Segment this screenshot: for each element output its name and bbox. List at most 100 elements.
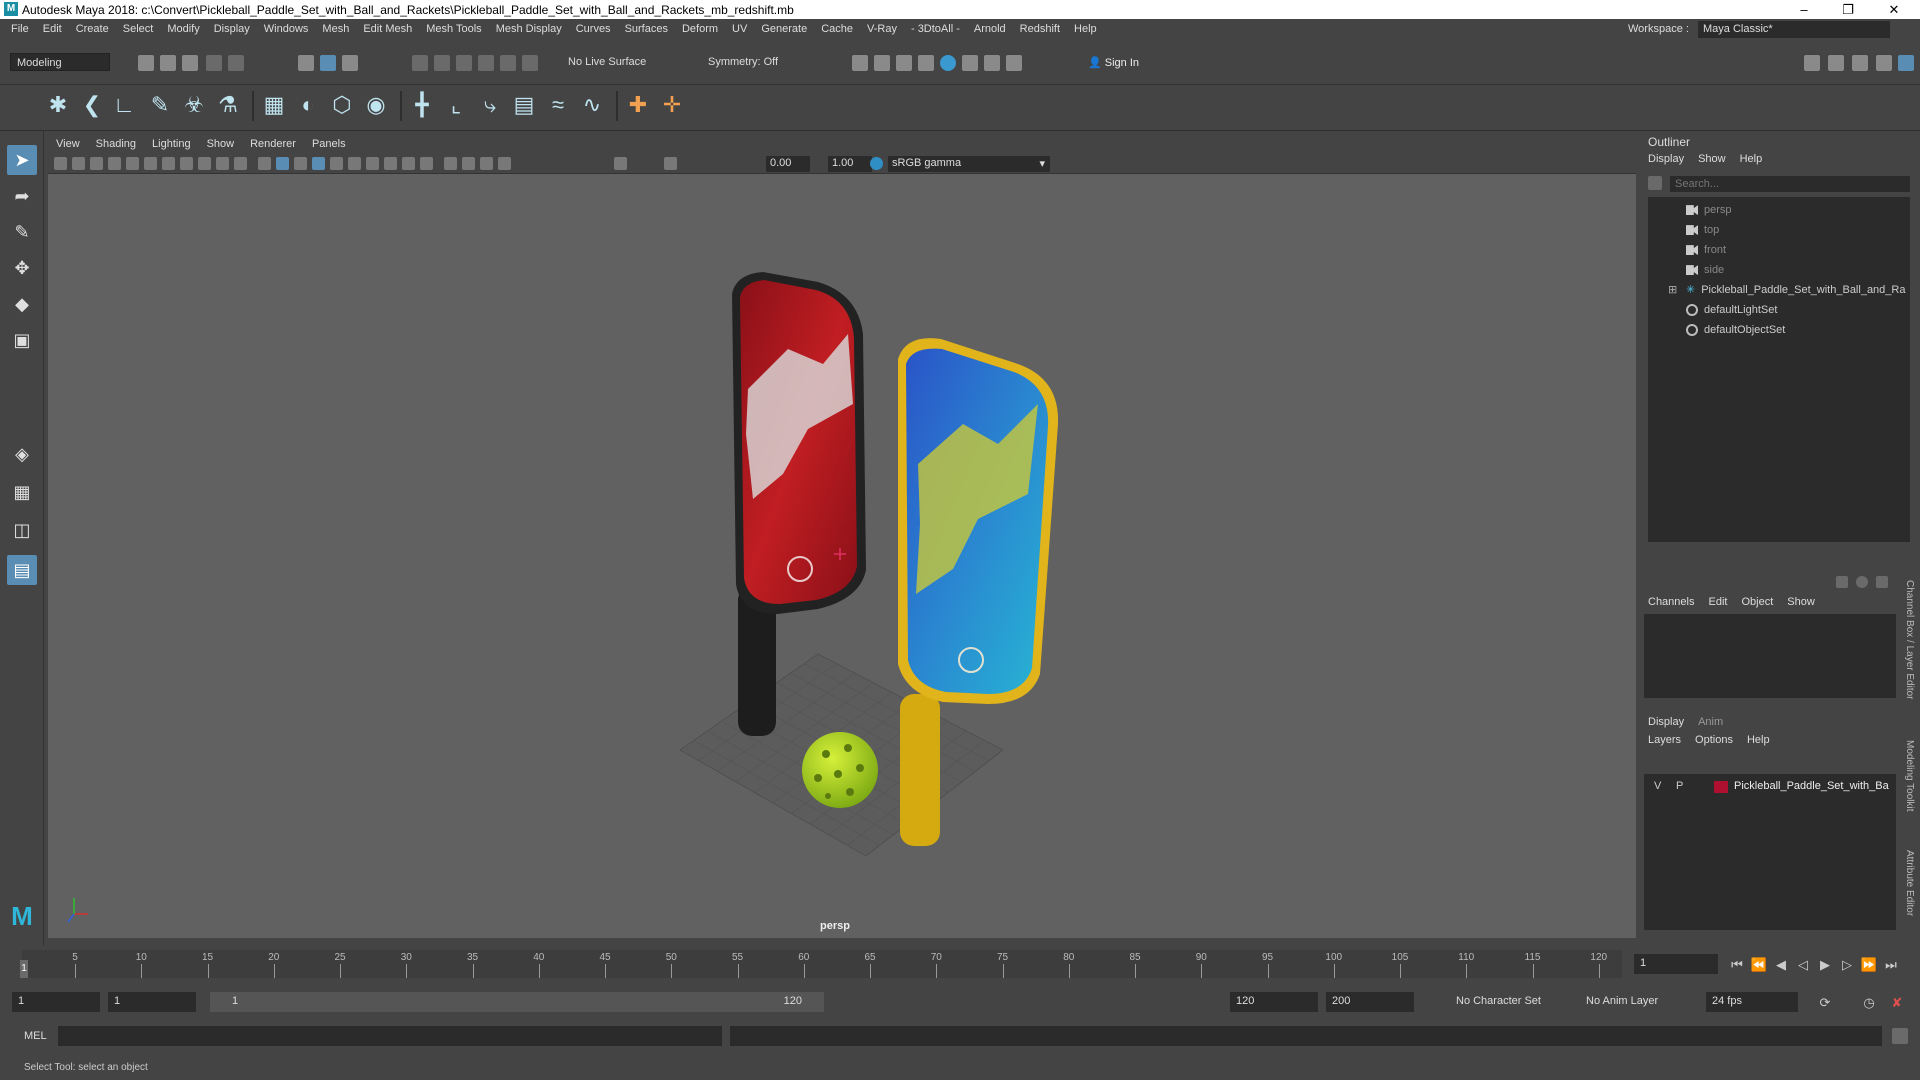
layout-outliner-icon[interactable]: ▤ xyxy=(7,555,37,585)
workspace-dropdown[interactable]: Maya Classic* xyxy=(1698,21,1890,38)
play-forward-icon[interactable]: ▶ xyxy=(1816,958,1834,972)
menu-arnold[interactable]: Arnold xyxy=(974,23,1006,35)
undo-icon[interactable] xyxy=(206,55,222,71)
menu-create[interactable]: Create xyxy=(76,23,109,35)
render-view-icon[interactable] xyxy=(852,55,868,71)
auto-key-icon[interactable]: ◷ xyxy=(1860,996,1878,1010)
outliner-menu-help[interactable]: Help xyxy=(1740,153,1763,165)
play-backward-icon[interactable]: ◁ xyxy=(1794,958,1812,972)
backface-icon[interactable] xyxy=(498,157,511,170)
paint-select-icon[interactable]: ✎ xyxy=(7,217,37,247)
sign-in-button[interactable]: 👤 Sign In xyxy=(1082,53,1198,71)
gate-mask-icon[interactable] xyxy=(180,157,193,170)
camera-select-icon[interactable] xyxy=(54,157,67,170)
shelf-lt-icon[interactable]: ❮ xyxy=(78,91,106,119)
shelf-flare-icon[interactable]: ⌞ xyxy=(442,91,470,119)
depth-of-field-icon[interactable] xyxy=(420,157,433,170)
safe-action-icon[interactable] xyxy=(216,157,229,170)
menu-generate[interactable]: Generate xyxy=(761,23,807,35)
save-scene-icon[interactable] xyxy=(182,55,198,71)
ipr-render-icon[interactable] xyxy=(896,55,912,71)
use-lights-icon[interactable] xyxy=(330,157,343,170)
gamma-field[interactable]: 1.00 xyxy=(828,156,872,172)
outliner-item[interactable]: defaultLightSet xyxy=(1686,301,1777,319)
menu-deform[interactable]: Deform xyxy=(682,23,718,35)
shadows-icon[interactable] xyxy=(348,157,361,170)
command-input[interactable] xyxy=(58,1026,722,1046)
panel-menu-renderer[interactable]: Renderer xyxy=(250,138,296,150)
channel-menu-show[interactable]: Show xyxy=(1787,596,1815,608)
shelf-wave-icon[interactable]: ≈ xyxy=(544,91,572,119)
shelf-plus-icon[interactable]: ✚ xyxy=(624,91,652,119)
menu-modify[interactable]: Modify xyxy=(167,23,199,35)
redo-icon[interactable] xyxy=(228,55,244,71)
menu-redshift[interactable]: Redshift xyxy=(1020,23,1060,35)
select-object-icon[interactable] xyxy=(320,55,336,71)
live-surface-field[interactable]: No Live Surface xyxy=(562,53,662,71)
snap-grid-icon[interactable] xyxy=(412,55,428,71)
shelf-star-icon[interactable]: ✱ xyxy=(44,91,72,119)
outliner-tree[interactable]: persp top front side ⊞ ✳ Pickleball_Paddle_Set… xyxy=(1648,197,1910,542)
pause-viewport-icon[interactable] xyxy=(1006,55,1022,71)
playback-start-field[interactable]: 1 xyxy=(108,992,196,1012)
playback-end-field[interactable]: 120 xyxy=(1230,992,1318,1012)
tab-attribute-editor[interactable]: Attribute Editor xyxy=(1904,850,1915,916)
menu-curves[interactable]: Curves xyxy=(576,23,611,35)
current-time-marker[interactable]: 1 xyxy=(20,960,28,978)
tab-channel-box[interactable]: Channel Box / Layer Editor xyxy=(1904,580,1915,700)
panel-menu-panels[interactable]: Panels xyxy=(312,138,346,150)
xray-icon[interactable] xyxy=(462,157,475,170)
default-material-icon[interactable] xyxy=(294,157,307,170)
fps-dropdown[interactable]: 24 fps xyxy=(1706,992,1798,1012)
snap-pivot-icon[interactable] xyxy=(522,55,538,71)
panel-menu-lighting[interactable]: Lighting xyxy=(152,138,191,150)
animation-start-field[interactable]: 1 xyxy=(12,992,100,1012)
outliner-menu-display[interactable]: Display xyxy=(1648,153,1684,165)
modeling-toolkit-icon[interactable] xyxy=(1804,55,1820,71)
menu-v-ray[interactable]: V-Ray xyxy=(867,23,897,35)
render-frame-icon[interactable] xyxy=(874,55,890,71)
shelf-joint-icon[interactable]: ⚗ xyxy=(214,91,242,119)
shelf-lattice-icon[interactable]: ▦ xyxy=(260,91,288,119)
menu-edit-mesh[interactable]: Edit Mesh xyxy=(363,23,412,35)
exposure-icon[interactable] xyxy=(614,157,627,170)
safe-title-icon[interactable] xyxy=(234,157,247,170)
channel-edit-icon[interactable] xyxy=(1876,576,1888,588)
outliner-item[interactable]: top xyxy=(1686,221,1719,239)
outliner-item[interactable]: side xyxy=(1686,261,1724,279)
layer-playback-toggle[interactable]: P xyxy=(1676,780,1683,792)
menu-select[interactable]: Select xyxy=(123,23,154,35)
playback-range-bar[interactable]: 1 120 xyxy=(210,992,824,1012)
close-button[interactable]: ✕ xyxy=(1876,0,1912,19)
ambient-occlusion-icon[interactable] xyxy=(366,157,379,170)
layer-tab-anim[interactable]: Anim xyxy=(1698,716,1723,728)
menu-mesh-display[interactable]: Mesh Display xyxy=(496,23,562,35)
menu-mesh[interactable]: Mesh xyxy=(322,23,349,35)
scale-tool-icon[interactable]: ▣ xyxy=(7,325,37,355)
snap-view-icon[interactable] xyxy=(478,55,494,71)
anim-layer-dropdown[interactable]: No Anim Layer xyxy=(1580,992,1684,1012)
shelf-angle-icon[interactable]: ∟ xyxy=(110,91,138,119)
lasso-tool-icon[interactable]: ➦ xyxy=(7,181,37,211)
outliner-item[interactable]: ⊞ ✳ Pickleball_Paddle_Set_with_Ball_and_Ra xyxy=(1668,281,1905,299)
panel-menu-shading[interactable]: Shading xyxy=(96,138,136,150)
layer-menu-options[interactable]: Options xyxy=(1695,734,1733,746)
open-scene-icon[interactable] xyxy=(160,55,176,71)
channel-menu-channels[interactable]: Channels xyxy=(1648,596,1694,608)
shelf-skeleton-icon[interactable]: ☣ xyxy=(180,91,208,119)
current-frame-field[interactable]: 1 xyxy=(1634,954,1718,974)
menu-file[interactable]: File xyxy=(11,23,29,35)
shelf-pin-icon[interactable]: ✛ xyxy=(658,91,686,119)
new-scene-icon[interactable] xyxy=(138,55,154,71)
expand-icon[interactable]: ⊞ xyxy=(1668,281,1677,299)
outliner-search-input[interactable] xyxy=(1670,176,1910,192)
channel-menu-object[interactable]: Object xyxy=(1741,596,1773,608)
character-set-dropdown[interactable]: No Character Set xyxy=(1450,992,1568,1012)
panel-menu-view[interactable]: View xyxy=(56,138,80,150)
select-component-icon[interactable] xyxy=(342,55,358,71)
mode-dropdown[interactable]: Modeling xyxy=(10,53,110,71)
outliner-item[interactable]: persp xyxy=(1686,201,1732,219)
gamma-icon[interactable] xyxy=(664,157,677,170)
menu-3dtoall[interactable]: - 3DtoAll - xyxy=(911,23,960,35)
resolution-gate-icon[interactable] xyxy=(162,157,175,170)
